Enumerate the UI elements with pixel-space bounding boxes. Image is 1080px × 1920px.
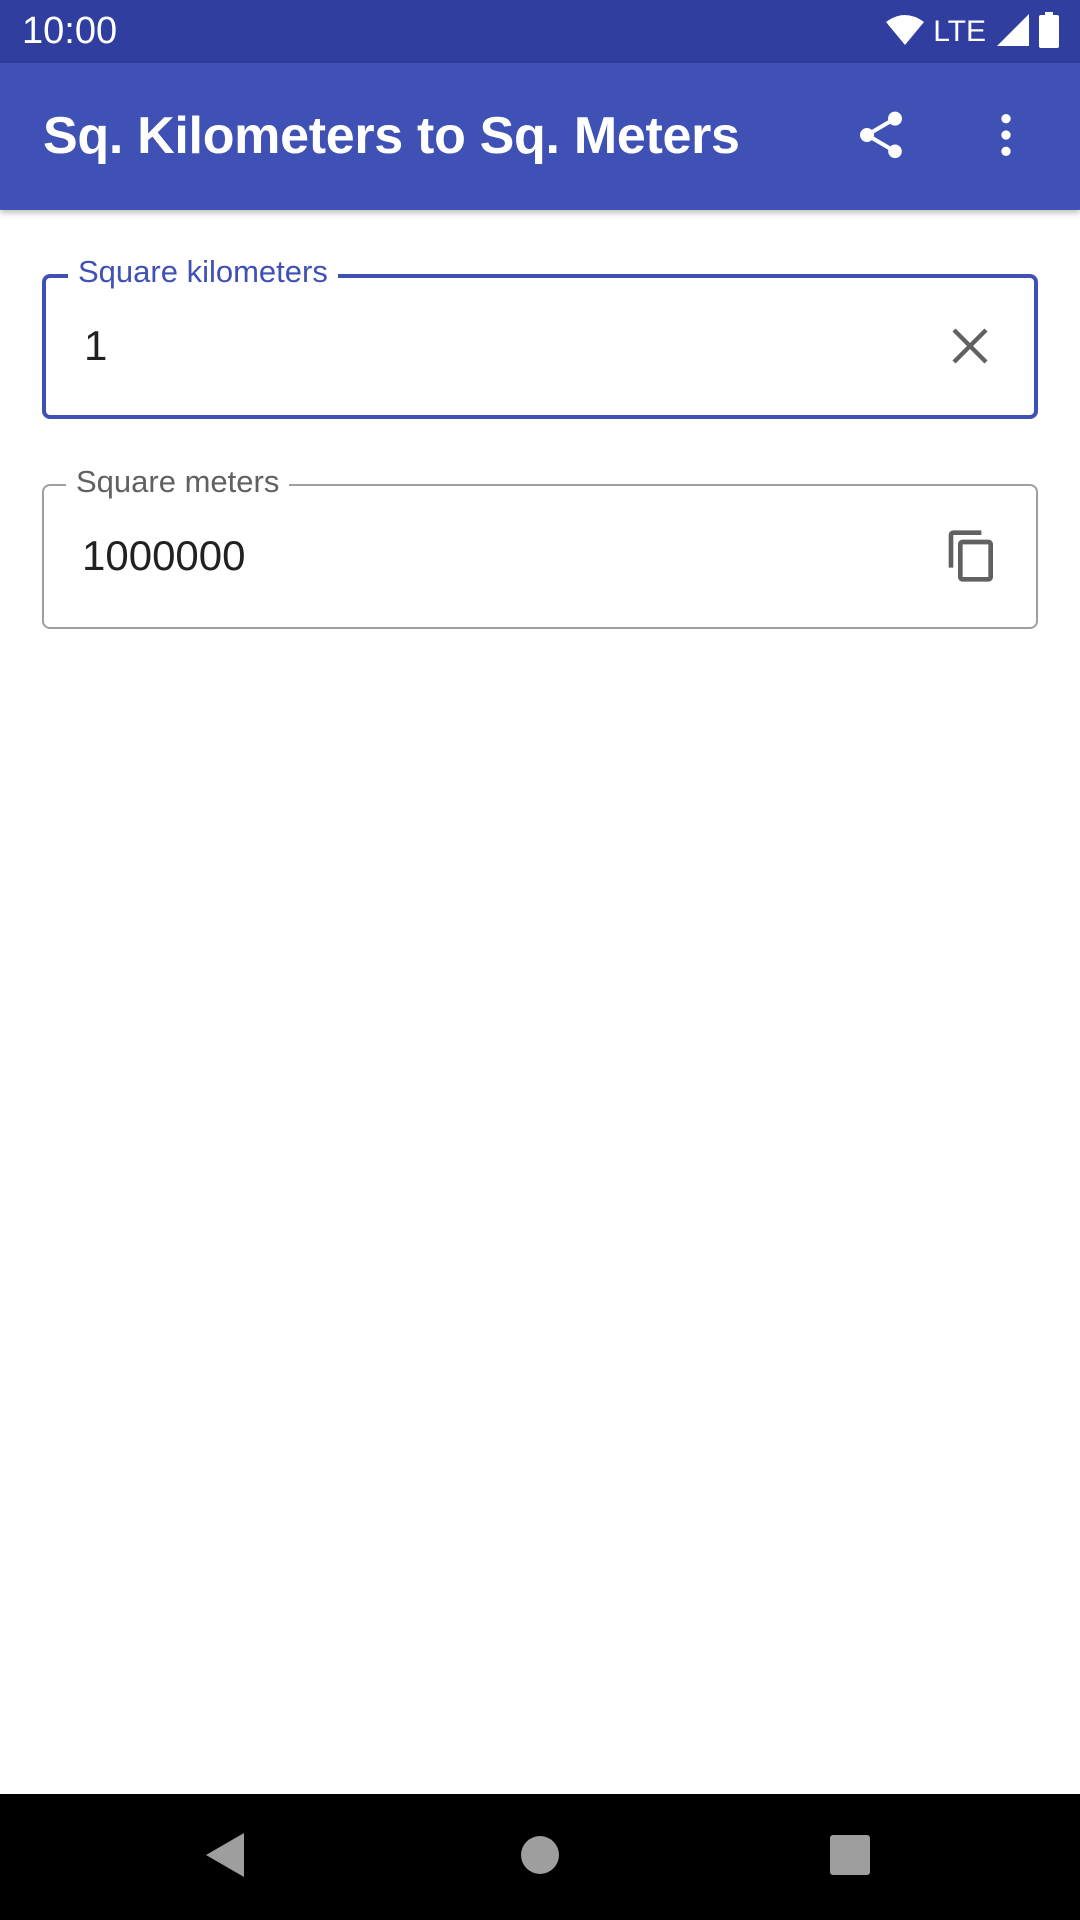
status-bar: 10:00 LTE <box>0 0 1080 63</box>
navigation-bar <box>0 1794 1080 1920</box>
recents-button[interactable] <box>810 1817 890 1897</box>
square-kilometers-field[interactable]: Square kilometers <box>42 250 1038 419</box>
square-meters-value: 1000000 <box>82 532 246 579</box>
more-options-button[interactable] <box>968 99 1044 175</box>
copy-icon <box>944 528 1000 589</box>
share-button[interactable] <box>843 99 919 175</box>
square-kilometers-label: Square kilometers <box>68 250 338 294</box>
status-time: 10:00 <box>22 10 118 52</box>
share-icon <box>853 107 909 168</box>
home-button[interactable] <box>500 1817 580 1897</box>
battery-icon <box>1038 11 1060 53</box>
clear-icon <box>946 322 994 375</box>
square-kilometers-input[interactable] <box>84 318 904 374</box>
more-vert-icon <box>978 107 1034 168</box>
clear-button[interactable] <box>930 308 1010 388</box>
signal-icon <box>996 13 1030 52</box>
status-icons: LTE <box>885 11 1060 53</box>
recents-icon <box>829 1834 871 1881</box>
page-title: Sq. Kilometers to Sq. Meters <box>43 107 740 165</box>
square-meters-field: Square meters 1000000 <box>42 460 1038 629</box>
square-meters-label: Square meters <box>66 460 290 504</box>
app-bar: Sq. Kilometers to Sq. Meters <box>0 63 1080 210</box>
wifi-icon <box>885 14 925 51</box>
back-button[interactable] <box>186 1817 266 1897</box>
back-icon <box>204 1831 248 1884</box>
copy-button[interactable] <box>932 518 1012 598</box>
home-icon <box>520 1835 560 1880</box>
network-type: LTE <box>933 15 986 48</box>
